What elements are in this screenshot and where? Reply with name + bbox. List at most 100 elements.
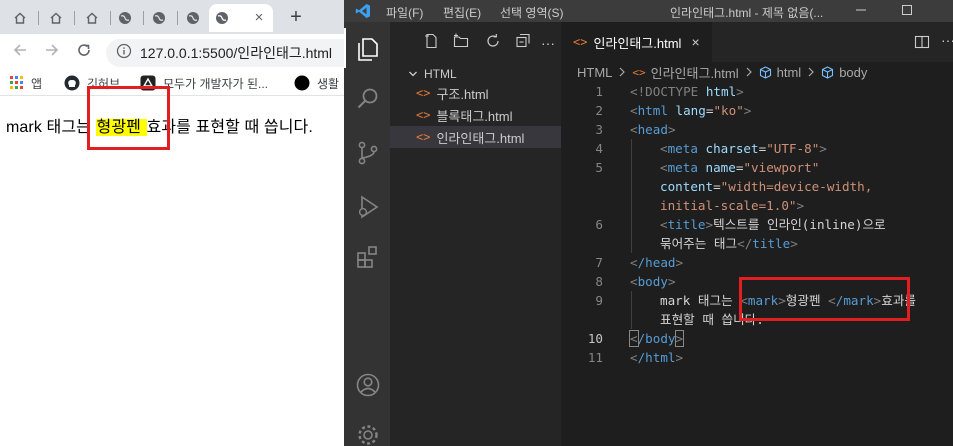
bookmark-label: 앱	[31, 76, 43, 91]
doctype-html-token: html	[705, 84, 737, 99]
refresh-explorer-button[interactable]	[485, 33, 501, 54]
run-debug-activity[interactable]	[355, 194, 381, 220]
explorer-activity[interactable]	[344, 28, 381, 68]
code-line: <body>	[630, 274, 676, 289]
code-editor[interactable]: 1 2 3 4 5 6 7 8 9 10 11 <!DOCTYPE html> …	[561, 82, 953, 446]
address-bar[interactable]: 127.0.0.1:5500/인라인태그.html	[106, 39, 344, 67]
new-file-icon	[424, 33, 440, 54]
tag-token: /body	[637, 331, 676, 346]
menu-selection[interactable]: 선택 영역(S)	[500, 4, 564, 21]
explorer-more-button[interactable]: ···	[541, 34, 555, 52]
line-number: 5	[595, 160, 603, 175]
forward-button[interactable]	[42, 42, 62, 62]
reload-button[interactable]	[74, 42, 94, 62]
browser-tab[interactable]	[3, 4, 36, 32]
menu-edit[interactable]: 편집(E)	[443, 4, 481, 21]
breadcrumb-body-label: body	[839, 64, 868, 80]
browser-tab[interactable]	[142, 4, 175, 32]
editor-tab-active[interactable]: <> 인라인태그.html ×	[561, 22, 712, 62]
code-line: <head>	[630, 122, 676, 137]
explorer-sidebar: ··· HTML <> 구조.html <> 블록태그.html <> 인라인태…	[390, 22, 561, 446]
code-line: <title>텍스트를 인라인(inline)으로	[660, 217, 886, 232]
new-file-button[interactable]	[424, 33, 440, 54]
html-file-icon: <>	[416, 86, 431, 100]
arrow-left-icon	[12, 42, 28, 63]
maximize-button[interactable]	[884, 0, 930, 22]
extensions-activity[interactable]	[355, 244, 381, 270]
breadcrumb: HTML <> 인라인태그.html html body	[561, 62, 953, 82]
gear-icon	[355, 425, 381, 446]
manage-activity[interactable]	[355, 422, 381, 446]
paragraph-text-before: mark 태그는	[6, 119, 96, 136]
folder-name: HTML	[424, 67, 457, 81]
source-control-activity[interactable]	[355, 140, 381, 166]
browser-tab-strip: × +	[0, 0, 344, 34]
code-line-wrap: content="width=device-width,	[660, 179, 873, 194]
reload-icon	[76, 42, 92, 63]
run-debug-icon	[355, 195, 381, 224]
search-activity[interactable]	[355, 86, 381, 112]
string-token: "UTF-8"	[766, 141, 820, 156]
annotation-red-box-code	[739, 277, 910, 321]
home-icon	[85, 11, 99, 25]
string-token: "ko"	[713, 103, 744, 118]
refresh-icon	[485, 33, 501, 54]
explorer-folder-html[interactable]: HTML	[390, 64, 561, 84]
line-number-current: 10	[587, 331, 603, 346]
editor-tab-bar: <> 인라인태그.html × ···	[561, 22, 953, 62]
minimize-button[interactable]	[838, 0, 884, 22]
tag-token: title	[752, 236, 791, 251]
file-name: 인라인태그.html	[436, 130, 525, 146]
bookmark-apps[interactable]: 앱	[10, 73, 42, 93]
browser-tab[interactable]	[176, 4, 209, 32]
menu-file[interactable]: 파일(F)	[386, 4, 423, 21]
new-tab-button[interactable]: +	[286, 6, 306, 28]
symbol-cube-icon	[759, 65, 772, 79]
explorer-file-active[interactable]: <> 인라인태그.html	[390, 126, 561, 148]
attr-token: lang	[667, 103, 706, 118]
attr-token: name	[697, 160, 736, 175]
collapse-all-button[interactable]	[515, 33, 531, 54]
text-token: mark 태그는	[660, 293, 741, 308]
bookmark-label: 모두가 개발자가 된...	[163, 76, 268, 91]
line-number: 6	[595, 217, 603, 232]
code-line-wrap: 묶어주는 태그</title>	[660, 236, 798, 251]
line-number: 8	[595, 274, 603, 289]
more-icon: ···	[541, 35, 555, 51]
close-icon[interactable]: ×	[691, 34, 699, 50]
black-dot-icon	[294, 75, 310, 91]
accounts-activity[interactable]	[355, 372, 381, 398]
tab-close-button[interactable]: ×	[250, 8, 268, 26]
screenshot-root: × + 127.0.0.1:5500/인라인태그.html 앱 깃허브 모두가 …	[0, 0, 953, 446]
code-line: <meta name="viewport"	[660, 160, 820, 175]
vscode-titlebar: 파일(F) 편집(E) 선택 영역(S) 인라인태그.html - 제목 없음(…	[344, 0, 953, 22]
tag-token: /head	[637, 255, 676, 270]
extensions-icon	[355, 246, 381, 274]
editor-more-button[interactable]: ···	[941, 32, 953, 48]
browser-tab[interactable]	[75, 4, 108, 32]
bookmark-life[interactable]: 생활	[294, 73, 339, 93]
code-line-current: </body>	[629, 330, 685, 347]
collapse-all-icon	[515, 33, 531, 54]
maximize-icon	[902, 4, 912, 18]
more-icon: ···	[941, 32, 953, 48]
source-control-icon	[355, 141, 381, 170]
explorer-file[interactable]: <> 블록태그.html	[390, 104, 561, 126]
html-file-icon: <>	[632, 65, 646, 79]
breadcrumb-body[interactable]: body	[821, 65, 867, 80]
browser-tab[interactable]	[108, 4, 141, 32]
breadcrumb-folder[interactable]: HTML	[577, 65, 612, 80]
breadcrumb-file[interactable]: <> 인라인태그.html	[632, 63, 738, 82]
breadcrumb-html[interactable]: html	[759, 65, 801, 80]
minimize-icon	[856, 4, 866, 18]
browser-tab[interactable]	[39, 4, 72, 32]
back-button[interactable]	[10, 42, 30, 62]
text-token: 텍스트를 인라인(inline)으로	[713, 217, 886, 232]
explorer-file[interactable]: <> 구조.html	[390, 82, 561, 104]
new-folder-button[interactable]	[453, 33, 469, 54]
split-editor-button[interactable]	[914, 34, 930, 55]
line-number: 11	[587, 350, 603, 365]
home-icon	[13, 11, 27, 25]
new-folder-icon	[453, 33, 469, 54]
globe-icon	[215, 11, 229, 25]
